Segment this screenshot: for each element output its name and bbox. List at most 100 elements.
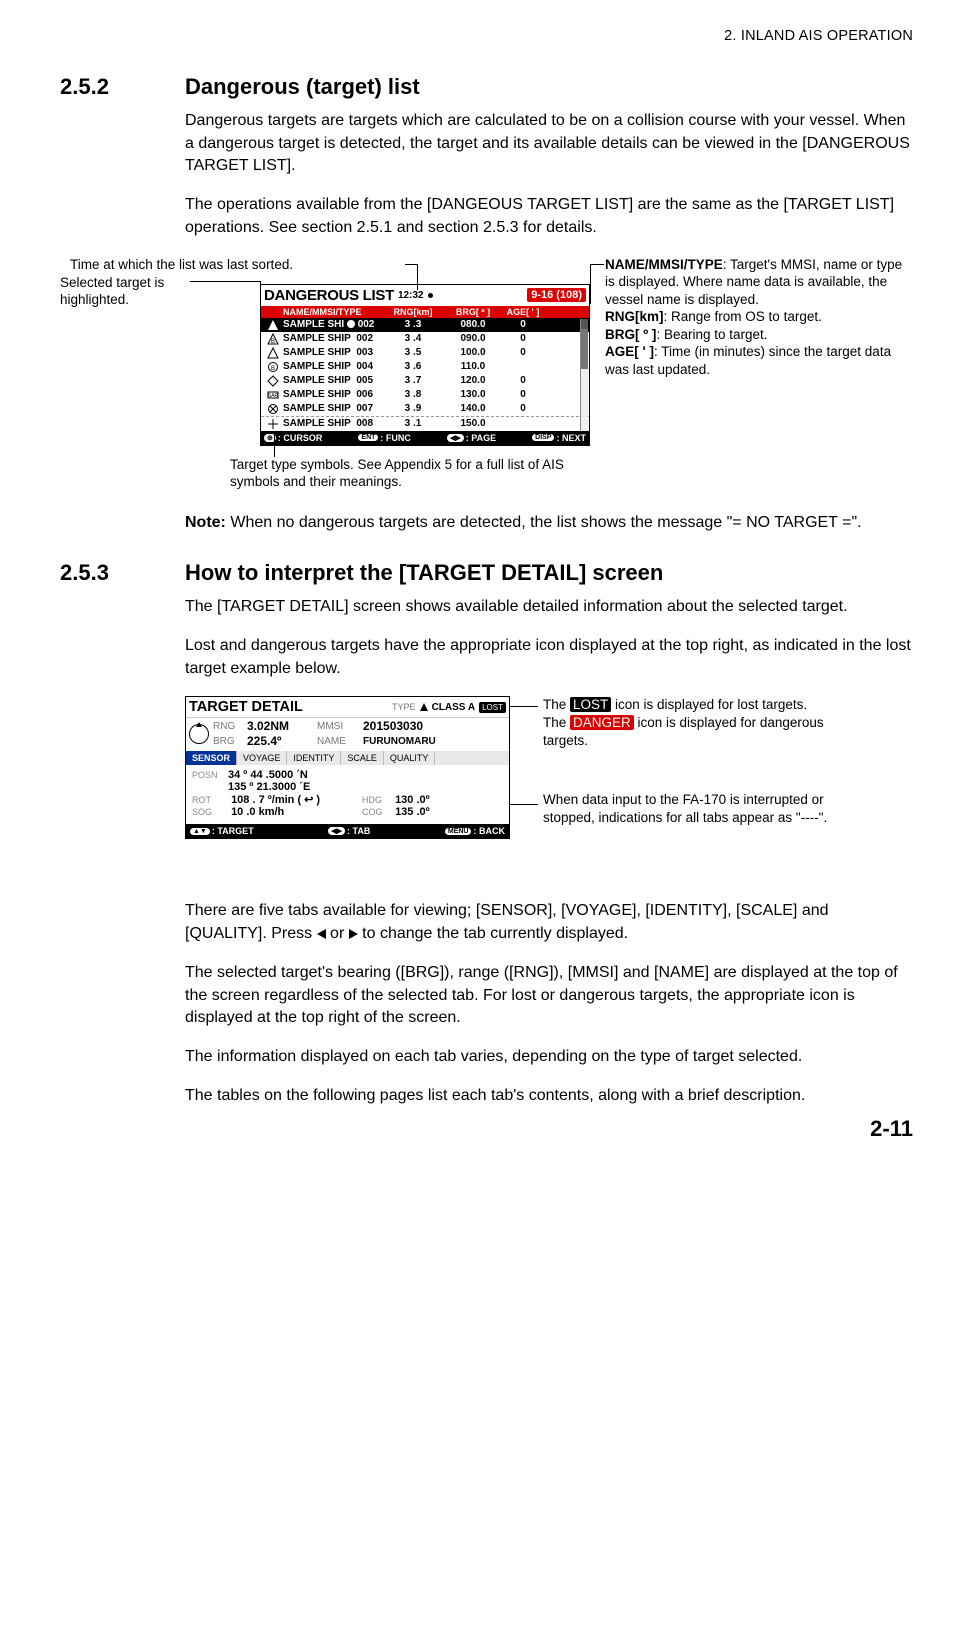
disp-key-icon: DISP xyxy=(532,434,554,441)
bearing-ring-icon xyxy=(189,724,213,744)
leader-line xyxy=(510,706,538,707)
left-arrow-icon xyxy=(317,929,326,939)
label-rng: RNG[km] xyxy=(605,309,664,324)
svg-text:B: B xyxy=(271,339,275,345)
cog-value: 135 .0º xyxy=(395,806,430,818)
lost-badge-inline: LOST xyxy=(570,697,611,712)
scrollbar[interactable] xyxy=(580,319,588,431)
type-value: CLASS A xyxy=(432,702,476,713)
mmsi-value: 201503030 xyxy=(363,719,506,733)
target-symbol-icon xyxy=(263,319,283,331)
body-text: There are five tabs available for viewin… xyxy=(60,900,913,945)
updown-key-icon: ▲▼ xyxy=(190,828,210,835)
target-symbol-icon xyxy=(263,347,283,359)
svg-text:B: B xyxy=(271,366,275,372)
tab-voyage[interactable]: VOYAGE xyxy=(237,751,287,765)
tab-body: POSN 34 º 44 .5000 ´N 135 º 21.3000 ´E R… xyxy=(186,765,509,824)
name-label: NAME xyxy=(317,736,363,747)
target-rows: SAMPLE SHI 002 3 .3 080.0 0 B SAMPLE SHI… xyxy=(261,318,589,431)
body-text: The operations available from the [DANGE… xyxy=(60,194,913,239)
section-number: 2.5.2 xyxy=(60,74,185,100)
target-summary: RNG 3.02NM MMSI 201503030 BRG 225.4º NAM… xyxy=(186,718,509,751)
dot-icon xyxy=(428,293,433,298)
posn-lon: 135 º 21.3000 ´E xyxy=(228,781,310,793)
body-text: The information displayed on each tab va… xyxy=(60,1046,913,1069)
callout-selected: Selected target is highlighted. xyxy=(60,274,210,309)
right-arrow-icon xyxy=(349,929,358,939)
table-row[interactable]: B SAMPLE SHIP 002 3 .4 090.0 0 xyxy=(261,332,589,346)
posn-lat: 34 º 44 .5000 ´N xyxy=(228,769,308,781)
leader-line xyxy=(190,281,260,282)
label-name-mmsi-type: NAME/MMSI/TYPE xyxy=(605,257,723,272)
target-symbol-icon xyxy=(263,418,283,430)
column-header-row: NAME/MMSI/TYPE RNG[km] BRG[ º ] AGE[ ' ] xyxy=(261,306,589,318)
type-label: TYPE xyxy=(392,702,416,712)
callout-lost-danger: The LOST icon is displayed for lost targ… xyxy=(543,696,843,749)
leader-line xyxy=(274,431,275,457)
table-row[interactable]: SAMPLE SHIP 008 3 .1 150.0 xyxy=(261,416,589,431)
leader-line xyxy=(590,264,591,304)
page-number: 2-11 xyxy=(870,1116,913,1142)
leftright-key-icon: ◀▶ xyxy=(328,827,345,835)
target-detail-panel: TARGET DETAIL TYPE CLASS A LOST RNG 3.02… xyxy=(185,696,510,839)
callout-column-descriptions: NAME/MMSI/TYPE: Target's MMSI, name or t… xyxy=(605,256,915,379)
section-title: Dangerous (target) list xyxy=(185,74,420,100)
posn-label: POSN xyxy=(192,770,228,780)
sog-value: 10 .0 km/h xyxy=(231,806,284,818)
cog-label: COG xyxy=(362,807,392,817)
label-brg: BRG[ º ] xyxy=(605,327,656,342)
table-row[interactable]: SAMPLE SHIP 003 3 .5 100.0 0 xyxy=(261,346,589,360)
target-symbol-icon xyxy=(263,403,283,415)
note-text: Note: When no dangerous targets are dete… xyxy=(60,512,913,535)
body-text: Dangerous targets are targets which are … xyxy=(60,110,913,178)
tab-identity[interactable]: IDENTITY xyxy=(287,751,341,765)
target-symbol-icon: SAR xyxy=(263,389,283,401)
menu-key-icon: MENU xyxy=(445,828,472,835)
rot-label: ROT xyxy=(192,795,228,805)
note-label: Note: xyxy=(185,514,226,531)
brg-value: 225.4º xyxy=(247,734,317,748)
section-number: 2.5.3 xyxy=(60,560,185,586)
body-text: The [TARGET DETAIL] screen shows availab… xyxy=(60,596,913,619)
target-symbol-icon: B xyxy=(263,333,283,345)
figure-dangerous-list: Time at which the list was last sorted. … xyxy=(60,256,913,496)
rng-value: 3.02NM xyxy=(247,719,317,733)
name-value: FURUNOMARU xyxy=(363,736,506,747)
tab-sensor[interactable]: SENSOR xyxy=(186,751,237,765)
callout-interrupted: When data input to the FA-170 is interru… xyxy=(543,791,848,826)
callout-time: Time at which the list was last sorted. xyxy=(70,256,293,274)
col-name: NAME/MMSI/TYPE xyxy=(283,307,383,317)
label-age: AGE[ ' ] xyxy=(605,344,654,359)
col-rng: RNG[km] xyxy=(383,307,443,317)
table-row[interactable]: SAMPLE SHIP 007 3 .9 140.0 0 xyxy=(261,402,589,416)
arrows-key-icon: ◀▶ xyxy=(447,434,464,442)
scroll-up-icon[interactable] xyxy=(581,319,588,329)
table-row[interactable]: B SAMPLE SHIP 004 3 .6 110.0 xyxy=(261,360,589,374)
body-text: Lost and dangerous targets have the appr… xyxy=(60,635,913,680)
callout-symbols: Target type symbols. See Appendix 5 for … xyxy=(230,456,600,491)
danger-badge-inline: DANGER xyxy=(570,715,634,730)
panel-title: TARGET DETAIL xyxy=(189,699,303,715)
page-header: 2. INLAND AIS OPERATION xyxy=(60,28,913,44)
target-type-icon xyxy=(420,703,428,711)
lost-badge: LOST xyxy=(479,702,506,713)
leader-line xyxy=(510,804,538,805)
hdg-value: 130 .0º xyxy=(395,794,430,806)
tab-scale[interactable]: SCALE xyxy=(341,751,384,765)
table-row[interactable]: SAMPLE SHIP 005 3 .7 120.0 0 xyxy=(261,374,589,388)
count-chip: 9-16 (108) xyxy=(527,288,586,302)
body-text: The tables on the following pages list e… xyxy=(60,1085,913,1108)
table-row[interactable]: SAMPLE SHI 002 3 .3 080.0 0 xyxy=(261,318,589,332)
panel-footer: ⊕: CURSOR ENT: FUNC ◀▶: PAGE DISP: NEXT xyxy=(261,431,589,445)
svg-text:SAR: SAR xyxy=(268,393,279,399)
sog-label: SOG xyxy=(192,807,228,817)
figure-target-detail: TARGET DETAIL TYPE CLASS A LOST RNG 3.02… xyxy=(60,696,913,886)
rot-value: 108 . 7 º/min ( ↩ ) xyxy=(231,794,320,806)
tab-bar: SENSOR VOYAGE IDENTITY SCALE QUALITY xyxy=(186,751,509,765)
dangerous-list-panel: DANGEROUS LIST 12:32 9-16 (108) NAME/MMS… xyxy=(260,284,590,446)
tab-quality[interactable]: QUALITY xyxy=(384,751,436,765)
scroll-thumb[interactable] xyxy=(581,329,588,369)
panel-title-bar: DANGEROUS LIST 12:32 9-16 (108) xyxy=(261,285,589,306)
table-row[interactable]: SAR SAMPLE SHIP 006 3 .8 130.0 0 xyxy=(261,388,589,402)
sort-time: 12:32 xyxy=(398,290,424,301)
